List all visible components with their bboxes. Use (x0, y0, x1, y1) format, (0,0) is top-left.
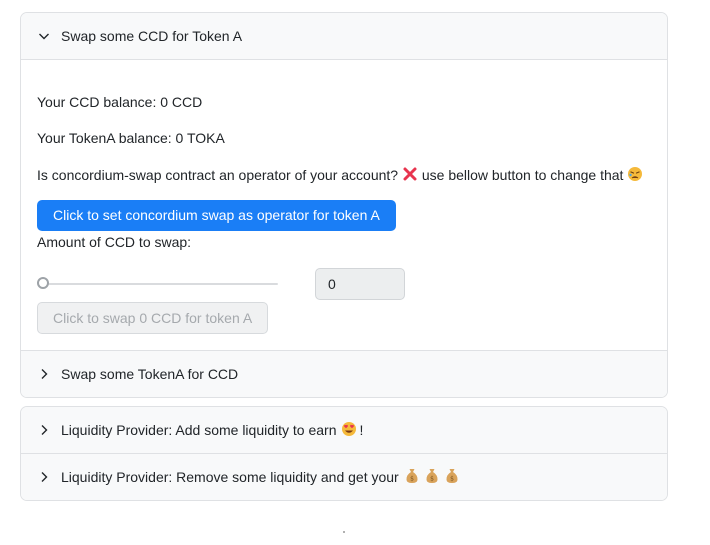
add-liquidity-header[interactable]: Liquidity Provider: Add some liquidity t… (21, 407, 667, 453)
swap-ccd-button: Click to swap 0 CCD for token A (37, 302, 269, 334)
add-liquidity-label: Liquidity Provider: Add some liquidity t… (61, 422, 337, 438)
liquidity-accordion: Liquidity Provider: Add some liquidity t… (20, 406, 668, 501)
heart-eyes-icon (341, 421, 357, 440)
amount-slider[interactable] (37, 276, 278, 292)
amount-label: Amount of CCD to swap: (37, 234, 192, 250)
money-bag-icon: $ (425, 468, 439, 487)
operator-question: Is concordium-swap contract an operator … (37, 167, 399, 183)
set-operator-button[interactable]: Click to set concordium swap as operator… (37, 200, 396, 231)
slider-thumb[interactable] (37, 277, 49, 289)
amount-input[interactable]: 0 (315, 268, 405, 300)
add-liquidity-suffix: ! (359, 422, 364, 438)
token-balance: Your TokenA balance: 0 TOKA (37, 130, 225, 146)
remove-liquidity-header[interactable]: Liquidity Provider: Remove some liquidit… (21, 453, 667, 500)
chevron-right-icon (37, 367, 51, 381)
money-bag-icon: $ (445, 468, 459, 487)
operator-hint: use bellow button to change that (421, 167, 624, 183)
swap-token-for-ccd-header[interactable]: Swap some TokenA for CCD (21, 350, 667, 397)
slider-track (37, 283, 278, 285)
svg-text:$: $ (430, 475, 434, 482)
svg-text:$: $ (450, 475, 454, 482)
svg-text:$: $ (410, 475, 414, 482)
chevron-right-icon (37, 423, 51, 437)
money-bag-icon: $ (405, 468, 419, 487)
swap-ccd-panel: Your CCD balance: 0 CCD Your TokenA bala… (21, 60, 667, 350)
swap-ccd-for-token-label: Swap some CCD for Token A (61, 28, 243, 44)
tired-face-icon (627, 166, 643, 185)
swap-token-for-ccd-label: Swap some TokenA for CCD (61, 366, 239, 382)
remove-liquidity-label: Liquidity Provider: Remove some liquidit… (61, 469, 399, 485)
cross-mark-icon (402, 166, 418, 185)
swap-ccd-for-token-header[interactable]: Swap some CCD for Token A (21, 13, 667, 60)
decorative-dot (343, 531, 345, 533)
swap-accordion: Swap some CCD for Token A Your CCD balan… (20, 12, 668, 398)
chevron-down-icon (37, 29, 51, 43)
ccd-balance: Your CCD balance: 0 CCD (37, 94, 203, 110)
chevron-right-icon (37, 470, 51, 484)
operator-status-line: Is concordium-swap contract an operator … (37, 166, 643, 185)
